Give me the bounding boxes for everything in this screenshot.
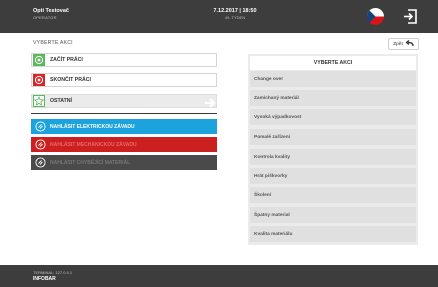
footer-bar: TERMINAL: 127.0.0.1 INFOBAR	[0, 265, 438, 287]
back-button[interactable]: Zpět	[388, 38, 419, 50]
start-work-button[interactable]: ZAČÍT PRÁCI	[31, 53, 217, 67]
report-mechanical-button[interactable]: NAHLÁSIT MECHANICKOU ZÁVADU	[31, 137, 217, 152]
start-icon	[33, 54, 45, 66]
option-item[interactable]: Vysoká výpadkovost	[250, 109, 416, 125]
infobar-label: INFOBAR	[33, 276, 56, 282]
star-icon	[33, 95, 45, 107]
option-item[interactable]: Kontrola kvality	[250, 149, 416, 165]
other-label: OSTATNÍ	[50, 98, 72, 104]
week-number: 49. TÝDEN	[224, 15, 246, 20]
action-panel: VYBERTE AKCI Change over Zamíchaný mater…	[248, 54, 418, 245]
report-material-label: NAHLÁSIT CHYBĚJÍCÍ MATERIÁL	[50, 159, 131, 166]
user-name: Opti Testovač	[33, 8, 69, 14]
mechanical-icon	[34, 139, 46, 151]
arrow-right-icon	[204, 96, 216, 108]
report-electric-label: NAHLÁSIT ELEKTRICKOU ZÁVADU	[50, 123, 135, 130]
section-title: VYBERTE AKCI	[33, 40, 73, 46]
end-work-button[interactable]: SKONČIT PRÁCI	[31, 73, 217, 87]
option-item[interactable]: Špatny material	[250, 207, 416, 223]
option-item[interactable]: Change over	[250, 71, 416, 87]
divider	[31, 113, 217, 114]
panel-title: VYBERTE AKCI	[250, 56, 416, 70]
top-bar: Opti Testovač OPERATOR 7.12.2017 | 18:50…	[0, 0, 438, 33]
back-button-label: Zpět	[393, 41, 403, 47]
report-material-button[interactable]: NAHLÁSIT CHYBĚJÍCÍ MATERIÁL	[31, 155, 217, 170]
logout-icon[interactable]	[403, 9, 417, 24]
option-item[interactable]: Školení	[250, 187, 416, 203]
datetime: 7.12.2017 | 18:50	[213, 8, 257, 14]
czech-flag-icon[interactable]	[367, 8, 384, 25]
material-icon	[34, 157, 46, 169]
option-item[interactable]: Hrát piškvorky	[250, 168, 416, 184]
stop-icon	[33, 74, 45, 86]
end-work-label: SKONČIT PRÁCI	[50, 77, 91, 83]
report-mechanical-label: NAHLÁSIT MECHANICKOU ZÁVADU	[50, 141, 137, 148]
other-button[interactable]: OSTATNÍ	[31, 94, 217, 108]
option-item[interactable]: Kvalita materiálu	[250, 226, 416, 242]
electric-icon	[34, 121, 46, 133]
option-item[interactable]: Zamíchaný materiál	[250, 90, 416, 106]
report-electric-button[interactable]: NAHLÁSIT ELEKTRICKOU ZÁVADU	[31, 119, 217, 134]
option-item[interactable]: Pomalé zařízení	[250, 129, 416, 145]
back-arrow-icon	[405, 40, 414, 47]
user-role: OPERATOR	[33, 15, 57, 20]
start-work-label: ZAČÍT PRÁCI	[50, 57, 83, 63]
terminal-address: TERMINAL: 127.0.0.1	[33, 270, 73, 275]
